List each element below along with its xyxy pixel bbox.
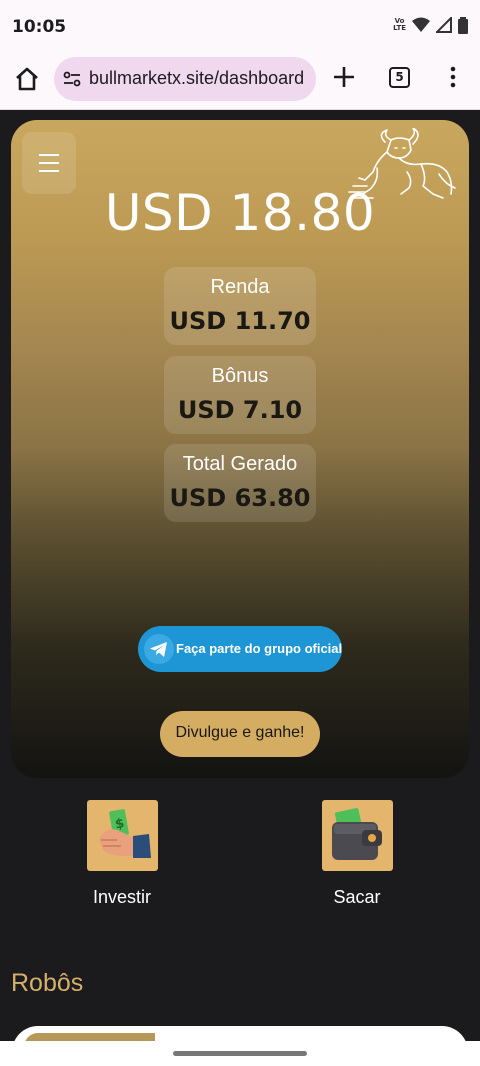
site-settings-icon[interactable] <box>62 69 82 89</box>
screen: 10:05 Vo LTE bullmarketx.site/dashboard 5 <box>0 0 480 1066</box>
robos-section-title: Robôs <box>11 969 84 997</box>
balance-amount: USD 18.80 <box>104 184 376 242</box>
wallet-icon[interactable] <box>321 800 393 871</box>
stat-label: Renda <box>210 276 270 298</box>
system-nav-bar <box>0 1041 480 1066</box>
stat-box-total-gerado: Total Gerado USD 63.80 <box>164 444 316 522</box>
tab-switcher-button[interactable]: 5 <box>389 67 410 88</box>
stat-box-bonus: Bônus USD 7.10 <box>164 356 316 434</box>
url-bar[interactable]: bullmarketx.site/dashboard <box>54 57 316 101</box>
dashboard-page: USD 18.80 Renda USD 11.70 Bônus USD 7.10… <box>0 111 480 1066</box>
gesture-handle[interactable] <box>173 1051 307 1056</box>
wifi-icon <box>412 17 430 32</box>
status-bar: 10:05 Vo LTE <box>0 0 480 56</box>
telegram-icon <box>144 634 174 664</box>
more-options-icon[interactable] <box>446 65 460 89</box>
share-earn-label: Divulgue e ganhe! <box>175 724 305 741</box>
status-icons: Vo LTE <box>393 16 468 34</box>
stat-box-renda: Renda USD 11.70 <box>164 267 316 345</box>
stat-value: USD 7.10 <box>177 396 303 424</box>
telegram-button-label: Faça parte do grupo oficial <box>176 641 343 656</box>
withdraw-action[interactable]: Sacar <box>297 800 417 908</box>
battery-icon <box>458 17 468 34</box>
withdraw-label: Sacar <box>333 887 381 907</box>
share-earn-button[interactable]: Divulgue e ganhe! <box>160 711 320 757</box>
telegram-group-button[interactable]: Faça parte do grupo oficial <box>138 626 342 672</box>
home-icon[interactable] <box>12 64 42 94</box>
invest-label: Investir <box>92 887 152 907</box>
browser-toolbar: bullmarketx.site/dashboard 5 <box>0 56 480 110</box>
stat-label: Bônus <box>211 365 269 387</box>
stat-label: Total Gerado <box>182 453 298 475</box>
stat-value: USD 11.70 <box>169 307 311 335</box>
status-time: 10:05 <box>12 17 67 37</box>
volte-icon: Vo LTE <box>393 17 406 32</box>
hand-money-icon[interactable]: $ <box>86 800 158 871</box>
signal-icon <box>436 17 452 33</box>
new-tab-icon[interactable] <box>332 65 356 89</box>
balance-card: USD 18.80 Renda USD 11.70 Bônus USD 7.10… <box>11 120 469 778</box>
url-text[interactable]: bullmarketx.site/dashboard <box>89 68 304 89</box>
stat-value: USD 63.80 <box>169 484 311 512</box>
invest-action[interactable]: $ Investir <box>62 800 182 908</box>
